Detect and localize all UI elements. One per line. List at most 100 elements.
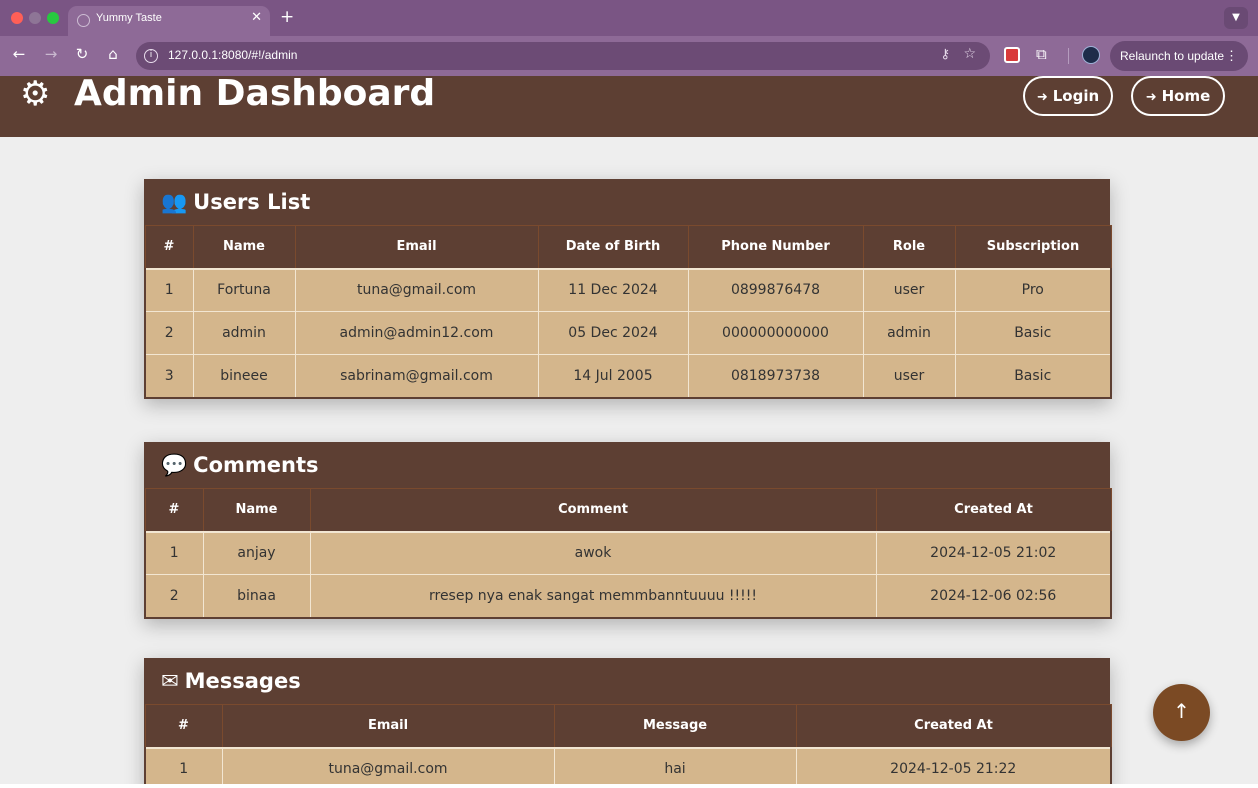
table-cell: 3 (144, 354, 194, 399)
forward-arrow-icon[interactable]: → (40, 45, 62, 63)
reload-icon[interactable]: ↻ (71, 45, 93, 63)
table-cell: sabrinam@gmail.com (294, 354, 539, 399)
table-cell: 11 Dec 2024 (537, 267, 689, 312)
table-cell: 05 Dec 2024 (537, 311, 689, 355)
table-cell: 2024-12-06 02:56 (875, 574, 1112, 619)
comments-title: Comments (193, 453, 319, 477)
table-cell: tuna@gmail.com (221, 746, 555, 784)
globe-icon (77, 14, 90, 27)
profile-avatar[interactable] (1082, 46, 1100, 64)
browser-toolbar: ← → ↻ ⌂ i 127.0.0.1:8080/#!/admin ⚷ ☆ ⧉ … (0, 36, 1258, 76)
table-cell: Basic (954, 311, 1112, 355)
column-header: Role (862, 225, 956, 269)
column-header: Created At (795, 704, 1112, 748)
table-cell: anjay (202, 530, 311, 575)
table-row: 1 tuna@gmail.com hai 2024-12-05 21:22 (144, 746, 1112, 784)
bookmark-star-icon[interactable]: ☆ (963, 46, 976, 62)
extensions-puzzle-icon[interactable]: ⧉ (1036, 45, 1047, 63)
tab-title: Yummy Taste (96, 12, 162, 24)
relaunch-button[interactable]: Relaunch to update ⋮ (1110, 41, 1248, 71)
back-arrow-icon[interactable]: ← (8, 45, 30, 63)
window-minimize-button[interactable] (29, 12, 41, 24)
table-row: 1 Fortuna tuna@gmail.com 11 Dec 2024 089… (144, 267, 1112, 312)
window-maximize-button[interactable] (47, 12, 59, 24)
table-cell: 1 (144, 530, 204, 575)
messages-card: ✉ Messages # Email Message Created At 1 t… (144, 658, 1112, 784)
table-cell: 0899876478 (687, 267, 864, 312)
table-cell: admin (862, 311, 956, 355)
login-button[interactable]: ➜ Login (1023, 76, 1113, 116)
browser-tab-active[interactable]: Yummy Taste ✕ (68, 6, 270, 36)
comments-icon: 💬 (161, 453, 188, 477)
table-cell: bineee (192, 354, 296, 399)
table-cell: 14 Jul 2005 (537, 354, 689, 399)
comments-table: # Name Comment Created At 1 anjay awok 2… (144, 488, 1112, 619)
table-cell: user (862, 267, 956, 312)
column-header: Email (221, 704, 555, 748)
window-bottom-edge (0, 784, 1258, 788)
table-cell: rresep nya enak sangat memmbanntuuuu !!!… (309, 574, 877, 619)
new-tab-icon[interactable]: + (280, 7, 294, 27)
messages-title: Messages (184, 669, 301, 693)
comments-card: 💬 Comments # Name Comment Created At 1 an… (144, 442, 1112, 619)
column-header: Subscription (954, 225, 1112, 269)
address-bar[interactable]: i 127.0.0.1:8080/#!/admin ⚷ ☆ (136, 42, 990, 70)
table-cell: 2024-12-05 21:22 (795, 746, 1112, 784)
table-row: 3 bineee sabrinam@gmail.com 14 Jul 2005 … (144, 354, 1112, 399)
table-cell: 2024-12-05 21:02 (875, 530, 1112, 575)
home-button[interactable]: ➜ Home (1131, 76, 1225, 116)
table-cell: 2 (144, 574, 204, 619)
table-cell: 000000000000 (687, 311, 864, 355)
login-label: Login (1052, 87, 1100, 105)
extension-icon[interactable] (1004, 47, 1020, 63)
table-header-row: # Email Message Created At (144, 704, 1112, 748)
tab-search-chevron-icon[interactable]: ▼ (1224, 7, 1248, 29)
table-cell: 1 (144, 267, 194, 312)
scroll-to-top-button[interactable]: ↑ (1153, 684, 1210, 741)
address-bar-url: 127.0.0.1:8080/#!/admin (168, 48, 298, 62)
window-close-button[interactable] (11, 12, 23, 24)
sign-in-icon: ➜ (1145, 90, 1157, 105)
users-icon: 👥 (161, 190, 188, 214)
column-header: # (144, 704, 223, 748)
table-cell: admin (192, 311, 296, 355)
table-cell: admin@admin12.com (294, 311, 539, 355)
users-title: Users List (193, 190, 311, 214)
messages-table: # Email Message Created At 1 tuna@gmail.… (144, 704, 1112, 784)
page-viewport: ⚙ Admin Dashboard ➜ Login ➜ Home 👥 Users Li… (0, 76, 1258, 784)
password-key-icon[interactable]: ⚷ (940, 47, 950, 62)
column-header: Date of Birth (537, 225, 689, 269)
table-cell: hai (553, 746, 797, 784)
app-header: ⚙ Admin Dashboard ➜ Login ➜ Home (0, 76, 1258, 137)
column-header: Message (553, 704, 797, 748)
table-cell: user (862, 354, 956, 399)
toolbar-divider (1068, 48, 1069, 64)
table-cell: 0818973738 (687, 354, 864, 399)
tab-close-icon[interactable]: ✕ (251, 10, 262, 25)
envelope-icon: ✉ (161, 669, 179, 693)
column-header: # (144, 488, 204, 532)
column-header: Phone Number (687, 225, 864, 269)
users-table: # Name Email Date of Birth Phone Number … (144, 225, 1112, 399)
table-cell: Pro (954, 267, 1112, 312)
arrow-up-icon: ↑ (1173, 699, 1190, 723)
column-header: Comment (309, 488, 877, 532)
table-cell: binaa (202, 574, 311, 619)
column-header: Created At (875, 488, 1112, 532)
site-info-icon[interactable]: i (144, 49, 158, 63)
more-menu-icon[interactable]: ⋮ (1225, 41, 1238, 71)
table-cell: tuna@gmail.com (294, 267, 539, 312)
table-cell: awok (309, 530, 877, 575)
relaunch-label: Relaunch to update (1120, 49, 1225, 63)
table-header-row: # Name Email Date of Birth Phone Number … (144, 225, 1112, 269)
users-card-header: 👥 Users List (144, 179, 1110, 225)
table-cell: Fortuna (192, 267, 296, 312)
home-icon[interactable]: ⌂ (102, 45, 124, 63)
column-header: Name (202, 488, 311, 532)
table-row: 2 binaa rresep nya enak sangat memmbannt… (144, 574, 1112, 619)
column-header: Name (192, 225, 296, 269)
sign-in-icon: ➜ (1036, 90, 1048, 105)
table-row: 1 anjay awok 2024-12-05 21:02 (144, 530, 1112, 575)
table-cell: Basic (954, 354, 1112, 399)
gears-icon: ⚙ (20, 76, 51, 114)
